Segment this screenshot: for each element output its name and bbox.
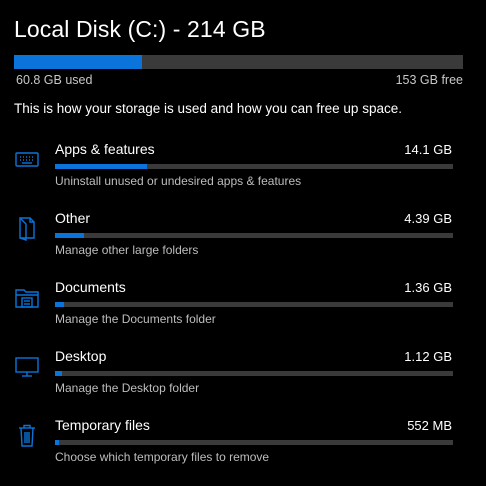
category-usage-bar-fill	[55, 164, 148, 169]
free-space-label: 153 GB free	[395, 73, 463, 87]
disk-usage-bar-fill	[14, 55, 142, 69]
category-usage-bar-fill	[55, 440, 59, 445]
apps-features-icon	[14, 146, 40, 172]
category-usage-bar	[55, 233, 453, 238]
category-name: Documents	[55, 279, 126, 295]
category-other[interactable]: Other 4.39 GB Manage other large folders	[0, 209, 486, 267]
other-folders-icon	[14, 215, 40, 241]
disk-usage-bar	[14, 55, 463, 69]
category-subtitle: Uninstall unused or undesired apps & fea…	[55, 174, 302, 188]
category-apps-features[interactable]: Apps & features 14.1 GB Uninstall unused…	[0, 140, 486, 198]
storage-description: This is how your storage is used and how…	[14, 101, 402, 116]
category-usage-bar-fill	[55, 233, 84, 238]
category-size: 552 MB	[407, 418, 452, 433]
category-usage-bar	[55, 440, 453, 445]
category-subtitle: Choose which temporary files to remove	[55, 450, 270, 464]
desktop-monitor-icon	[14, 353, 40, 379]
category-size: 1.36 GB	[404, 280, 452, 295]
category-usage-bar	[55, 371, 453, 376]
used-space-label: 60.8 GB used	[16, 73, 93, 87]
category-usage-bar	[55, 164, 453, 169]
category-documents[interactable]: Documents 1.36 GB Manage the Documents f…	[0, 278, 486, 336]
disk-title: Local Disk (C:) - 214 GB	[14, 16, 266, 42]
category-name: Other	[55, 210, 91, 226]
category-subtitle: Manage the Documents folder	[55, 312, 216, 326]
category-size: 1.12 GB	[404, 349, 452, 364]
trash-can-icon	[14, 422, 40, 448]
documents-folder-icon	[14, 284, 40, 310]
category-size: 4.39 GB	[404, 211, 452, 226]
category-usage-bar-fill	[55, 371, 63, 376]
category-name: Desktop	[55, 348, 107, 364]
category-usage-bar-fill	[55, 302, 64, 307]
category-subtitle: Manage the Desktop folder	[55, 381, 200, 395]
category-temporary-files[interactable]: Temporary files 552 MB Choose which temp…	[0, 416, 486, 474]
category-usage-bar	[55, 302, 453, 307]
category-desktop[interactable]: Desktop 1.12 GB Manage the Desktop folde…	[0, 347, 486, 405]
category-name: Apps & features	[55, 141, 155, 157]
category-size: 14.1 GB	[404, 142, 452, 157]
category-name: Temporary files	[55, 417, 150, 433]
category-subtitle: Manage other large folders	[55, 243, 199, 257]
